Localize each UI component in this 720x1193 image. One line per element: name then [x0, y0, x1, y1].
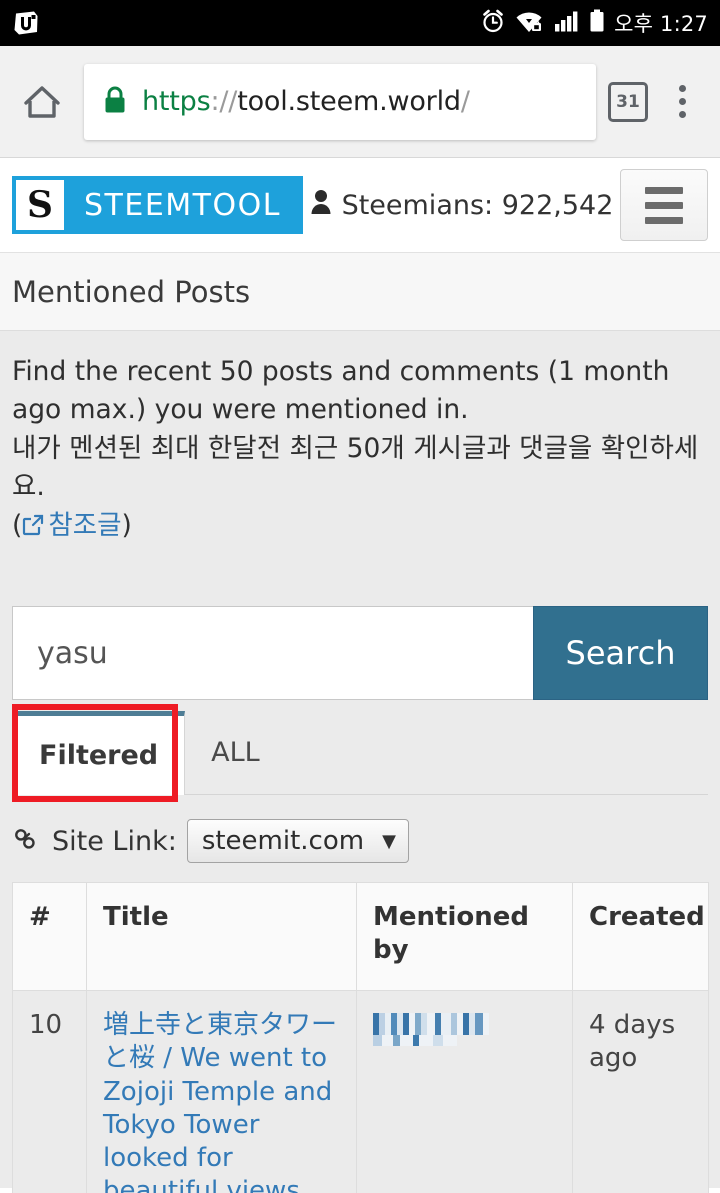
battery-icon [589, 8, 605, 38]
tab-switcher-button[interactable]: 31 [608, 81, 648, 122]
redacted-username-tail [373, 1035, 457, 1047]
tab-filtered[interactable]: Filtered [12, 711, 186, 796]
steemians-count-label: Steemians: 922,542 [341, 189, 614, 221]
alarm-icon [480, 8, 506, 38]
hamburger-bar [645, 201, 683, 209]
site-link-select[interactable]: steemit.com ▼ [186, 819, 409, 864]
home-icon[interactable] [14, 74, 70, 130]
header-number[interactable]: # [12, 882, 87, 992]
table-header-row: # Title Mentioned by Created [12, 882, 709, 992]
tab-count-label: 31 [616, 91, 640, 112]
cell-title: 増上寺と東京タワーと桜 / We went to Zojoji Temple a… [86, 990, 357, 1193]
url-bar[interactable]: https://tool.steem.world/ [84, 63, 596, 140]
u-app-icon [12, 9, 40, 37]
person-icon [310, 189, 332, 222]
cell-number: 10 [12, 990, 87, 1193]
menu-dot [678, 111, 686, 118]
description-ko: 내가 멘션된 최대 한달전 최근 50개 게시글과 댓글을 확인하세요. [12, 432, 699, 503]
header-created[interactable]: Created [572, 882, 709, 992]
browser-toolbar: https://tool.steem.world/ 31 [0, 46, 720, 158]
chain-link-icon [12, 825, 42, 857]
menu-dot [678, 85, 686, 92]
reference-link-text: 참조글 [48, 509, 122, 541]
cell-created: 4 days ago [572, 990, 709, 1193]
tab-all-label: ALL [211, 737, 260, 769]
site-logo[interactable]: S STEEMTOOL [12, 176, 303, 234]
cell-mentioned-by [356, 990, 573, 1193]
search-input[interactable] [12, 606, 533, 701]
site-link-selected-value: steemit.com [201, 826, 365, 857]
tab-all[interactable]: ALL [185, 711, 286, 794]
url-path: / [460, 86, 470, 117]
hamburger-bar [645, 186, 683, 194]
paren-open: ( [12, 509, 23, 541]
site-header: S STEEMTOOL Steemians: 922,542 [0, 158, 720, 253]
chevron-down-icon: ▼ [382, 830, 396, 852]
search-button[interactable]: Search [533, 606, 708, 701]
header-mentioned-by[interactable]: Mentioned by [356, 882, 573, 992]
table-row: 10 増上寺と東京タワーと桜 / We went to Zojoji Templ… [12, 990, 709, 1193]
logo-wordmark: STEEMTOOL [84, 187, 281, 223]
lock-icon [102, 85, 128, 119]
result-tabs: Filtered ALL [12, 704, 708, 803]
site-link-row: Site Link: steemit.com ▼ [12, 817, 708, 865]
status-icons: 오후 1:27 [480, 8, 708, 38]
wifi-secure-icon [515, 8, 545, 38]
redacted-username [373, 1013, 489, 1036]
tab-filtered-label: Filtered [39, 740, 159, 772]
logo-badge-letter: S [16, 180, 64, 230]
description-en-line2: max.) you were mentioned in. [69, 394, 469, 426]
site-link-label: Site Link: [52, 825, 177, 857]
url-separator: :// [210, 86, 238, 117]
header-title[interactable]: Title [86, 882, 357, 992]
page-description: Find the recent 50 posts and comments (1… [12, 331, 708, 547]
reference-line: ( 참조글) [12, 507, 708, 547]
page-title-bar: Mentioned Posts [0, 253, 720, 331]
menu-dot [678, 98, 686, 105]
url-host: tool.steem.world [237, 86, 461, 117]
status-clock: 오후 1:27 [614, 12, 708, 36]
reference-link[interactable]: 참조글 [22, 510, 121, 541]
url-text: https://tool.steem.world/ [142, 86, 470, 117]
status-notifications [12, 9, 40, 37]
search-bar: Search [12, 606, 708, 701]
table-body: 10 増上寺と東京タワーと桜 / We went to Zojoji Templ… [12, 990, 709, 1193]
table-header: # Title Mentioned by Created [12, 882, 709, 992]
hamburger-icon[interactable] [620, 169, 708, 241]
post-title-link[interactable]: 増上寺と東京タワーと桜 / We went to Zojoji Temple a… [103, 1010, 337, 1193]
mentioned-posts-table: # Title Mentioned by Created 10 増上寺と東京タワ… [12, 882, 709, 1193]
main-content: Find the recent 50 posts and comments (1… [0, 331, 720, 1193]
paren-close: ) [121, 509, 132, 541]
steemians-counter: Steemians: 922,542 [303, 189, 620, 222]
android-status-bar: 오후 1:27 [0, 0, 720, 46]
overflow-menu-icon[interactable] [658, 74, 706, 130]
signal-bars-icon [554, 8, 580, 38]
external-link-icon [22, 512, 44, 543]
hamburger-bar [645, 216, 683, 224]
page-title: Mentioned Posts [12, 274, 251, 309]
url-scheme: https [142, 86, 211, 117]
